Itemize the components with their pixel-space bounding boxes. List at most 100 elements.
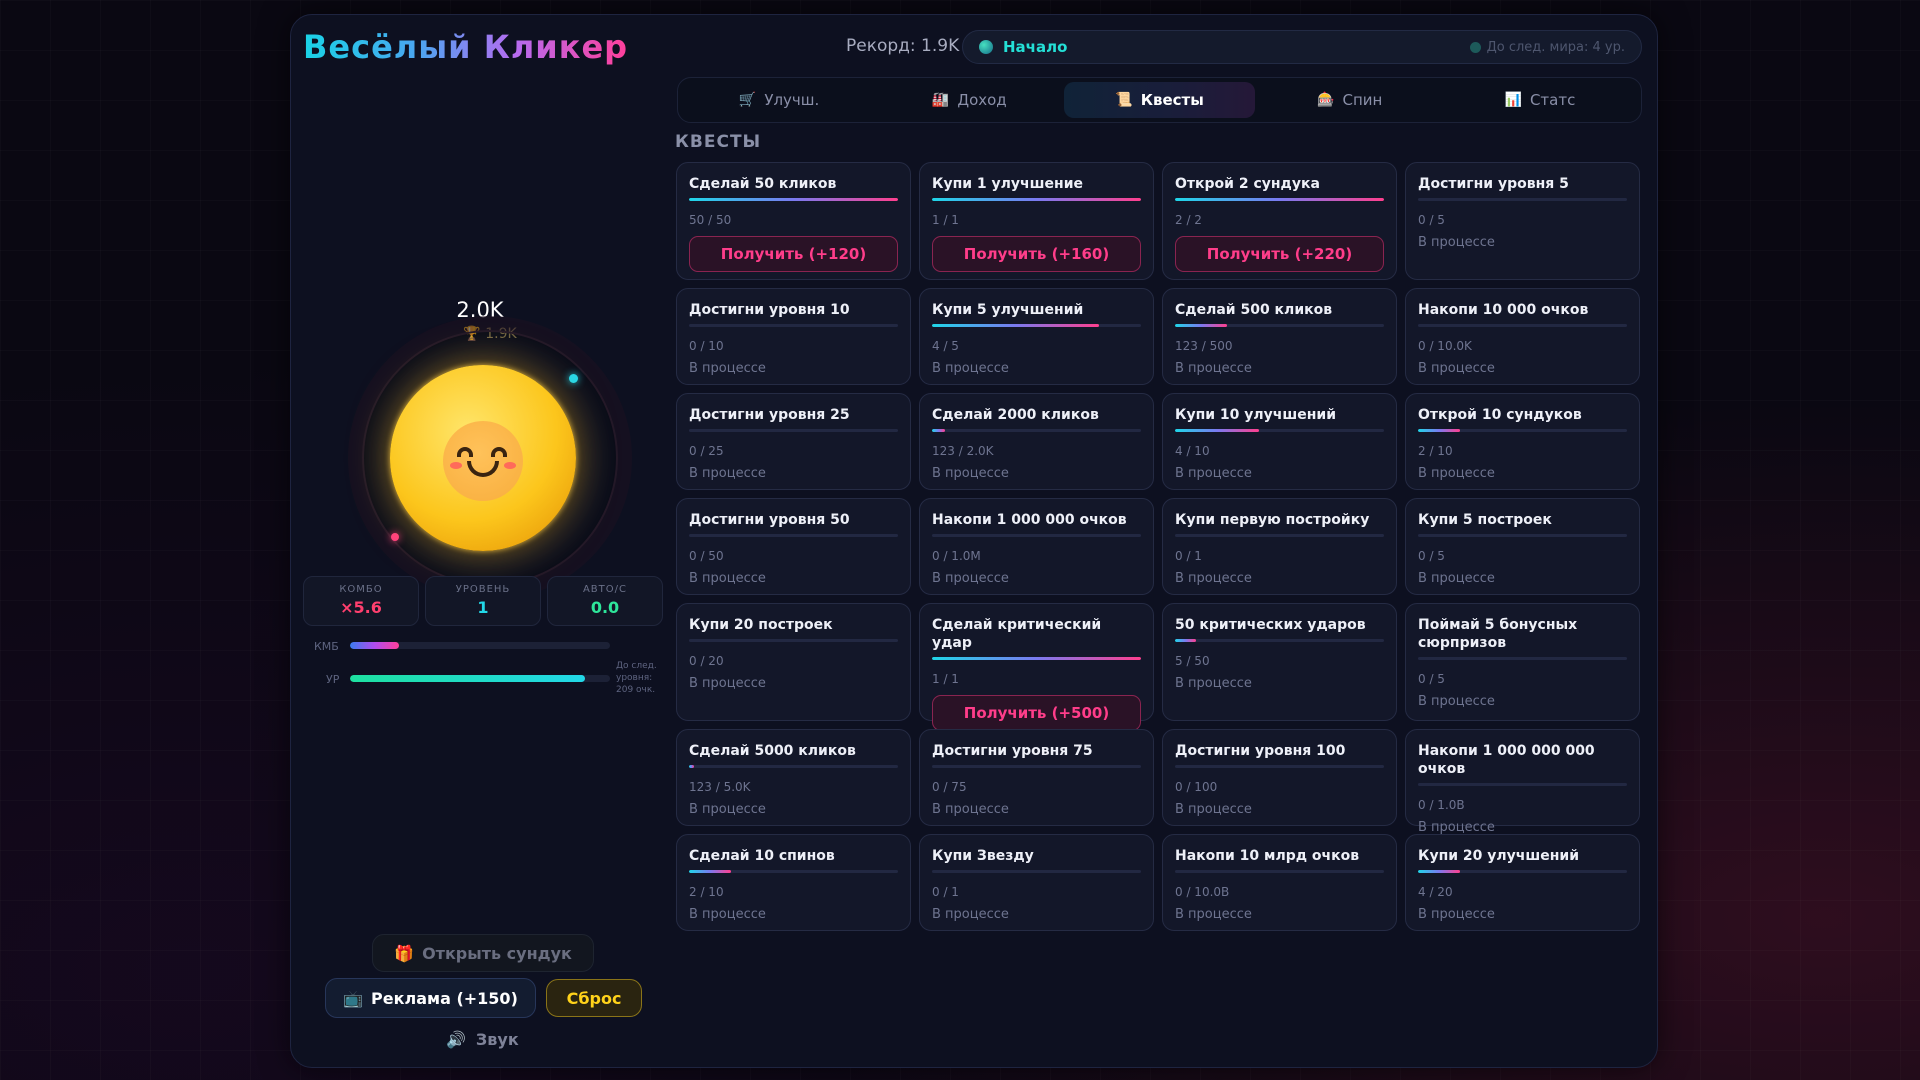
quest-title: 50 критических ударов: [1175, 617, 1366, 633]
quest-status: В процессе: [689, 466, 766, 481]
claim-reward-button[interactable]: Получить (+500): [932, 695, 1141, 731]
quest-progress-bar: [932, 429, 1141, 432]
tab-income[interactable]: 🏭 Доход: [874, 82, 1064, 118]
level-bar-label: УР: [326, 673, 340, 686]
gift-icon: 🎁: [394, 943, 415, 963]
quest-title: Сделай 2000 кликов: [932, 407, 1099, 423]
quest-status: В процессе: [1418, 361, 1495, 376]
quest-progress-text: 0 / 10: [689, 339, 724, 353]
quest-grid: Сделай 50 кликов 50 / 50 Получить (+120) Ку…: [676, 162, 1642, 931]
quest-title: Сделай 10 спинов: [689, 848, 835, 864]
quest-progress-bar: [1418, 534, 1627, 537]
quest-status: В процессе: [689, 361, 766, 376]
quest-title: Открой 2 сундука: [1175, 176, 1320, 192]
quest-progress-fill: [1418, 870, 1460, 873]
stat-label: УРОВЕНЬ: [455, 584, 511, 595]
quest-status: В процессе: [1418, 235, 1495, 250]
quest-title: Накопи 10 000 очков: [1418, 302, 1589, 318]
tab-stats[interactable]: 📊 Статс: [1445, 82, 1635, 118]
eye: [457, 447, 473, 457]
watch-ad-label: Реклама (+150): [371, 988, 518, 1008]
claim-reward-button[interactable]: Получить (+220): [1175, 236, 1384, 272]
quest-title: Купи 20 улучшений: [1418, 848, 1580, 864]
quest-card: Достигни уровня 5 0 / 5 В процессе: [1405, 162, 1640, 280]
quest-progress-bar: [932, 870, 1141, 873]
quest-progress-bar: [932, 765, 1141, 768]
globe-icon: [979, 40, 993, 54]
world-next-text: До след. мира: 4 ур.: [1486, 39, 1625, 55]
tab-label: Спин: [1342, 91, 1383, 109]
world-name: Начало: [1003, 38, 1068, 56]
quest-progress-bar: [1175, 765, 1384, 768]
quest-card: Сделай критический удар 1 / 1 Получить (+5…: [919, 603, 1154, 731]
sound-toggle[interactable]: 🔊 Звук: [446, 1026, 536, 1052]
tab-upgrades[interactable]: 🛒 Улучш.: [684, 82, 874, 118]
quest-status: В процессе: [932, 361, 1009, 376]
quest-title: Купи 5 улучшений: [932, 302, 1084, 318]
quest-progress-text: 0 / 1: [1175, 549, 1202, 563]
quest-progress-bar: [689, 429, 898, 432]
quest-card: Достигни уровня 50 0 / 50 В процессе: [676, 498, 911, 595]
reset-button[interactable]: Сброс: [546, 979, 642, 1017]
sound-label: Звук: [475, 1029, 519, 1049]
tab-quests[interactable]: 📜 Квесты: [1064, 82, 1255, 118]
quest-card: Купи 10 улучшений 4 / 10 В процессе: [1162, 393, 1397, 490]
quest-card: Сделай 5000 кликов 123 / 5.0K В процессе: [676, 729, 911, 826]
quest-status: В процессе: [1175, 907, 1252, 922]
quest-status: В процессе: [1175, 466, 1252, 481]
score-value: 2.0K: [456, 298, 504, 322]
quest-status: В процессе: [1175, 571, 1252, 586]
cheek: [450, 462, 462, 469]
claim-reward-button[interactable]: Получить (+120): [689, 236, 898, 272]
quest-progress-bar: [1418, 657, 1627, 660]
level-bar: [350, 675, 610, 682]
quest-progress-fill: [1175, 639, 1196, 642]
quest-progress-bar: [932, 657, 1141, 660]
quest-status: В процессе: [1418, 907, 1495, 922]
quest-status: В процессе: [689, 676, 766, 691]
quest-title: Достигни уровня 5: [1418, 176, 1569, 192]
quest-card: Достигни уровня 100 0 / 100 В процессе: [1162, 729, 1397, 826]
quest-progress-text: 0 / 1.0B: [1418, 798, 1465, 812]
claim-reward-button[interactable]: Получить (+160): [932, 236, 1141, 272]
quest-title: Поймай 5 бонусных сюрпризов: [1418, 617, 1578, 651]
quest-progress-text: 0 / 10.0K: [1418, 339, 1472, 353]
quest-progress-text: 1 / 1: [932, 213, 959, 227]
quest-card: Достигни уровня 75 0 / 75 В процессе: [919, 729, 1154, 826]
quest-progress-bar: [1175, 198, 1384, 201]
quest-title: Достигни уровня 75: [932, 743, 1093, 759]
quest-card: Накопи 10 млрд очков 0 / 10.0B В процессе: [1162, 834, 1397, 931]
quest-progress-text: 0 / 100: [1175, 780, 1218, 794]
quest-title: Купи 1 улучшение: [932, 176, 1083, 192]
level-hint: До след. уровня: 209 очк.: [616, 661, 657, 695]
tab-label: Статс: [1529, 91, 1576, 109]
tab-spin[interactable]: 🎰 Спин: [1255, 82, 1445, 118]
quest-card: Купи 5 построек 0 / 5 В процессе: [1405, 498, 1640, 595]
open-chest-button[interactable]: 🎁 Открыть сундук: [372, 934, 594, 972]
record-label: Рекорд: 1.9K: [846, 36, 960, 56]
quest-progress-bar: [689, 765, 898, 768]
watch-ad-button[interactable]: 📺 Реклама (+150): [325, 978, 536, 1018]
quest-progress-bar: [689, 870, 898, 873]
quest-progress-bar: [1418, 783, 1627, 786]
stat-level: УРОВЕНЬ 1: [425, 576, 541, 626]
quest-progress-text: 0 / 5: [1418, 672, 1445, 686]
quest-title: Накопи 1 000 000 000 очков: [1418, 743, 1595, 777]
quest-title: Достигни уровня 10: [689, 302, 850, 318]
cheek: [504, 462, 516, 469]
quest-progress-fill: [932, 324, 1100, 327]
quest-card: Поймай 5 бонусных сюрпризов 0 / 5 В процес…: [1405, 603, 1640, 721]
quest-progress-text: 4 / 5: [932, 339, 959, 353]
quest-title: Достигни уровня 50: [689, 512, 850, 528]
smiley-face-icon: [443, 421, 523, 501]
quest-status: В процессе: [689, 571, 766, 586]
quest-progress-text: 50 / 50: [689, 213, 732, 227]
quest-status: В процессе: [1418, 694, 1495, 709]
quest-progress-bar: [689, 198, 898, 201]
quest-progress-text: 4 / 10: [1175, 444, 1210, 458]
quest-progress-text: 5 / 50: [1175, 654, 1210, 668]
quest-card: Открой 2 сундука 2 / 2 Получить (+220): [1162, 162, 1397, 280]
quest-title: Сделай 5000 кликов: [689, 743, 856, 759]
quest-status: В процессе: [689, 802, 766, 817]
combo-bar: [350, 642, 610, 649]
